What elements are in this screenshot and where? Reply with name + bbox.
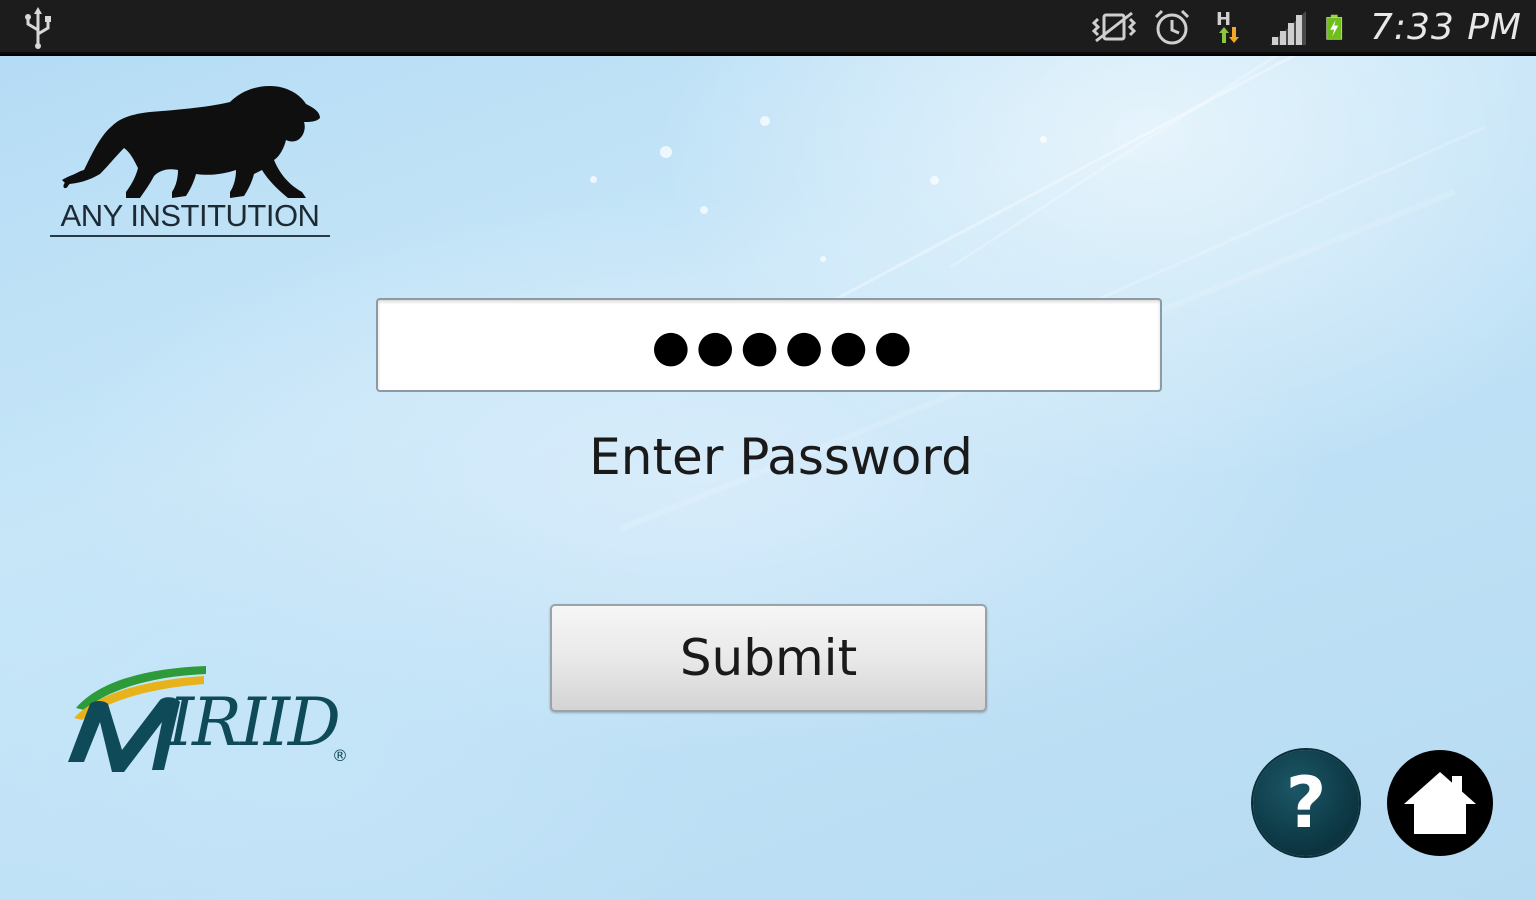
status-bar: H 7:33 PM: [0, 0, 1536, 54]
password-input[interactable]: ●●●●●●: [376, 298, 1162, 392]
background-streak: [819, 56, 1439, 309]
signal-icon: [1269, 11, 1306, 45]
question-mark-icon: ?: [1285, 762, 1327, 844]
usb-icon: [25, 7, 51, 49]
miriid-wordmark: IRIID: [168, 684, 341, 761]
help-button[interactable]: ?: [1253, 750, 1359, 856]
svg-text:H: H: [1216, 9, 1231, 30]
vibrate-icon: [1091, 11, 1136, 43]
registered-mark: ®: [332, 746, 348, 765]
institution-name: ANY INSTITUTION: [60, 198, 320, 233]
lion-icon: [62, 86, 320, 198]
miriid-logo: IRIID ®: [60, 660, 360, 782]
hspa-data-icon: H: [1216, 9, 1239, 43]
background-splat: [930, 176, 939, 185]
institution-underline: [50, 235, 330, 237]
battery-charging-icon: [1326, 14, 1343, 40]
login-screen: ANY INSTITUTION ●●●●●● Enter Password Su…: [0, 56, 1536, 900]
background-splat: [660, 146, 672, 158]
background-splat: [590, 176, 597, 183]
background-splat: [820, 256, 826, 262]
home-icon: [1404, 772, 1476, 834]
background-splat: [760, 116, 770, 126]
institution-logo: ANY INSTITUTION: [48, 84, 332, 240]
password-masked-value: ●●●●●●: [651, 320, 918, 372]
clock: 7:33 PM: [1369, 6, 1522, 48]
home-button[interactable]: [1387, 750, 1493, 856]
alarm-icon: [1154, 9, 1189, 45]
submit-button[interactable]: Submit: [550, 604, 987, 712]
password-label: Enter Password: [589, 428, 973, 486]
background-splat: [700, 206, 708, 214]
background-splat: [1040, 136, 1047, 143]
